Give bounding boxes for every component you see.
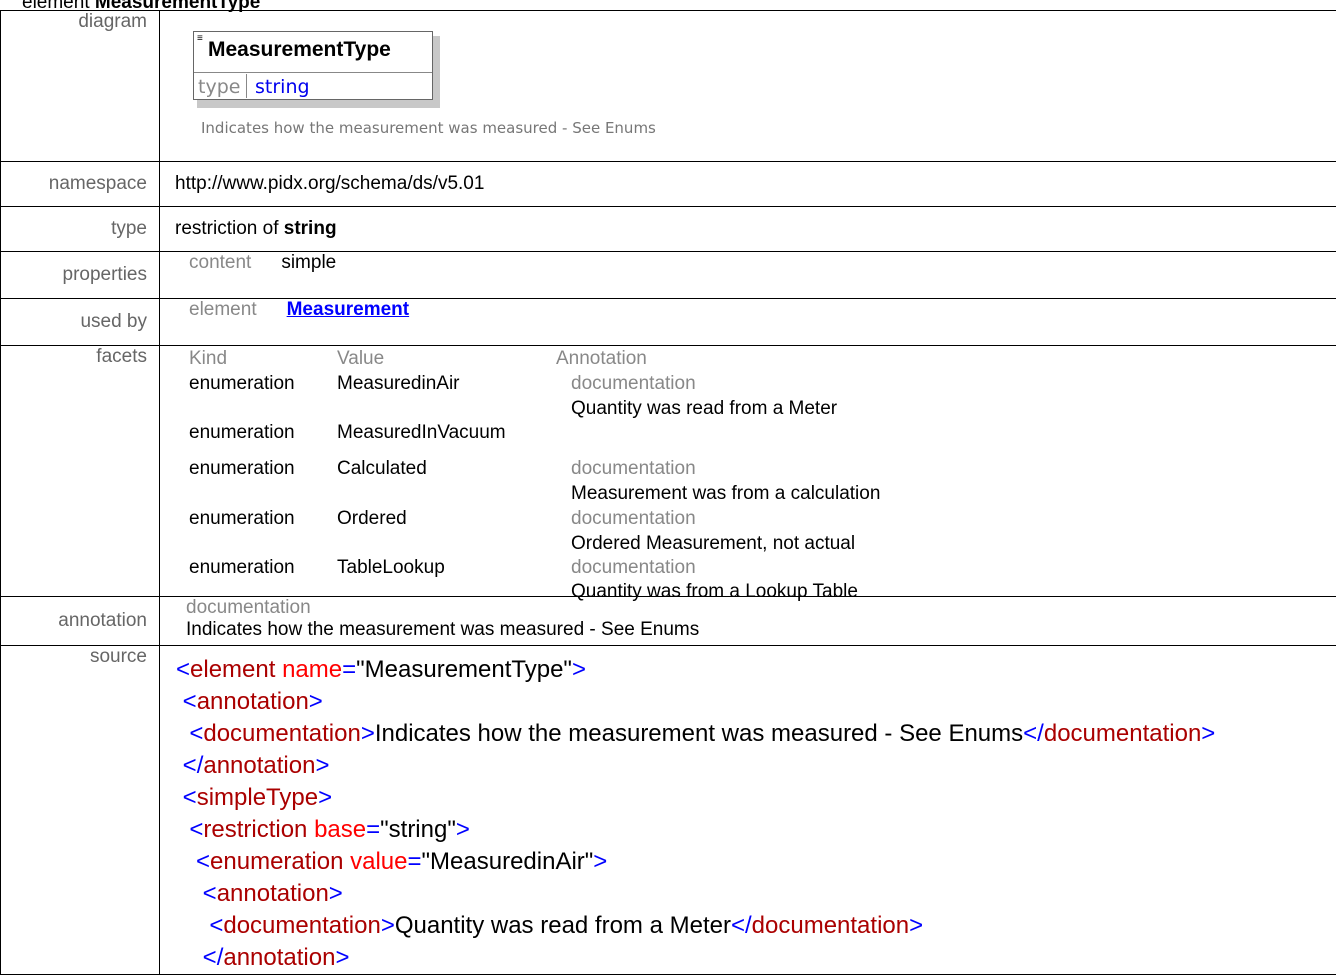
source-line: <documentation>Indicates how the measure… bbox=[176, 718, 1336, 750]
facets-header-value: Value bbox=[337, 348, 384, 370]
property-key: content bbox=[189, 252, 251, 274]
diagram-caption: Indicates how the measurement was measur… bbox=[201, 119, 656, 137]
used-by-row: used by element Measurement bbox=[1, 299, 1336, 346]
annotation-text: Indicates how the measurement was measur… bbox=[186, 619, 1336, 641]
facet-value: Calculated bbox=[337, 458, 427, 480]
source-line: <restriction base="string"> bbox=[176, 814, 1336, 846]
facet-kind: enumeration bbox=[189, 422, 295, 444]
diagram-cell: ≡ MeasurementType type string Indicates … bbox=[160, 11, 1336, 162]
label-diagram: diagram bbox=[1, 11, 160, 162]
facet-doc-label: documentation bbox=[571, 458, 696, 480]
type-base: string bbox=[284, 218, 337, 239]
facet-kind: enumeration bbox=[189, 458, 295, 480]
facets-cell: Kind Value Annotation enumeration Measur… bbox=[160, 346, 1336, 597]
property-value: simple bbox=[281, 252, 336, 274]
type-row: type restriction of string bbox=[1, 207, 1336, 252]
used-by-key: element bbox=[189, 299, 257, 321]
divider bbox=[246, 74, 247, 98]
element-doc-table: diagram ≡ MeasurementType type string In… bbox=[0, 10, 1336, 975]
facets-table: Kind Value Annotation enumeration Measur… bbox=[189, 346, 1336, 596]
source-line: <annotation> bbox=[176, 686, 1336, 718]
facet-doc: Measurement was from a calculation bbox=[571, 483, 880, 505]
properties-cell: content simple bbox=[160, 252, 1336, 299]
source-line: <simpleType> bbox=[176, 782, 1336, 814]
element-docs-icon: ≡ bbox=[197, 34, 203, 44]
facets-row: facets Kind Value Annotation enumeration… bbox=[1, 346, 1336, 597]
diagram-type-label: type bbox=[198, 76, 240, 98]
facets-header-kind: Kind bbox=[189, 348, 227, 370]
label-source: source bbox=[1, 646, 160, 975]
label-type: type bbox=[1, 207, 160, 252]
properties-row: properties content simple bbox=[1, 252, 1336, 299]
annotation-row: annotation documentation Indicates how t… bbox=[1, 597, 1336, 646]
type-value: restriction of string bbox=[160, 207, 1336, 252]
facet-doc-label: documentation bbox=[571, 508, 696, 530]
facet-kind: enumeration bbox=[189, 508, 295, 530]
facet-value: MeasuredinAir bbox=[337, 373, 460, 395]
label-used-by: used by bbox=[1, 299, 160, 346]
facet-kind: enumeration bbox=[189, 557, 295, 579]
label-facets: facets bbox=[1, 346, 160, 597]
facet-doc: Ordered Measurement, not actual bbox=[571, 533, 855, 555]
source-line: <annotation> bbox=[176, 878, 1336, 910]
facets-header-annotation: Annotation bbox=[556, 348, 647, 370]
facet-doc: Quantity was from a Lookup Table bbox=[571, 581, 858, 603]
divider bbox=[194, 72, 432, 73]
annotation-cell: documentation Indicates how the measurem… bbox=[160, 597, 1336, 646]
label-properties: properties bbox=[1, 252, 160, 299]
facet-value: MeasuredInVacuum bbox=[337, 422, 506, 444]
facet-value: Ordered bbox=[337, 508, 407, 530]
facet-doc: Quantity was read from a Meter bbox=[571, 398, 837, 420]
label-annotation: annotation bbox=[1, 597, 160, 646]
source-cell: <element name="MeasurementType"> <annota… bbox=[160, 646, 1336, 975]
source-line: <element name="MeasurementType"> bbox=[176, 654, 1336, 686]
element-box[interactable]: ≡ MeasurementType type string bbox=[193, 31, 433, 100]
diagram-title: MeasurementType bbox=[208, 38, 391, 62]
facet-value: TableLookup bbox=[337, 557, 445, 579]
diagram: ≡ MeasurementType type string Indicates … bbox=[175, 11, 1336, 161]
used-by-link[interactable]: Measurement bbox=[287, 299, 410, 321]
source-code: <element name="MeasurementType"> <annota… bbox=[175, 646, 1336, 974]
diagram-row: diagram ≡ MeasurementType type string In… bbox=[1, 11, 1336, 162]
type-prefix: restriction of bbox=[175, 218, 278, 239]
namespace-value: http://www.pidx.org/schema/ds/v5.01 bbox=[160, 162, 1336, 207]
facet-doc-label: documentation bbox=[571, 373, 696, 395]
label-namespace: namespace bbox=[1, 162, 160, 207]
facet-kind: enumeration bbox=[189, 373, 295, 395]
source-line: </annotation> bbox=[176, 750, 1336, 782]
source-line: <enumeration value="MeasuredinAir"> bbox=[176, 846, 1336, 878]
used-by-cell: element Measurement bbox=[160, 299, 1336, 346]
source-line: </annotation> bbox=[176, 942, 1336, 974]
diagram-type-value[interactable]: string bbox=[255, 76, 310, 98]
source-row: source <element name="MeasurementType"> … bbox=[1, 646, 1336, 975]
facet-doc-label: documentation bbox=[571, 557, 696, 579]
namespace-row: namespace http://www.pidx.org/schema/ds/… bbox=[1, 162, 1336, 207]
source-line: <documentation>Quantity was read from a … bbox=[176, 910, 1336, 942]
